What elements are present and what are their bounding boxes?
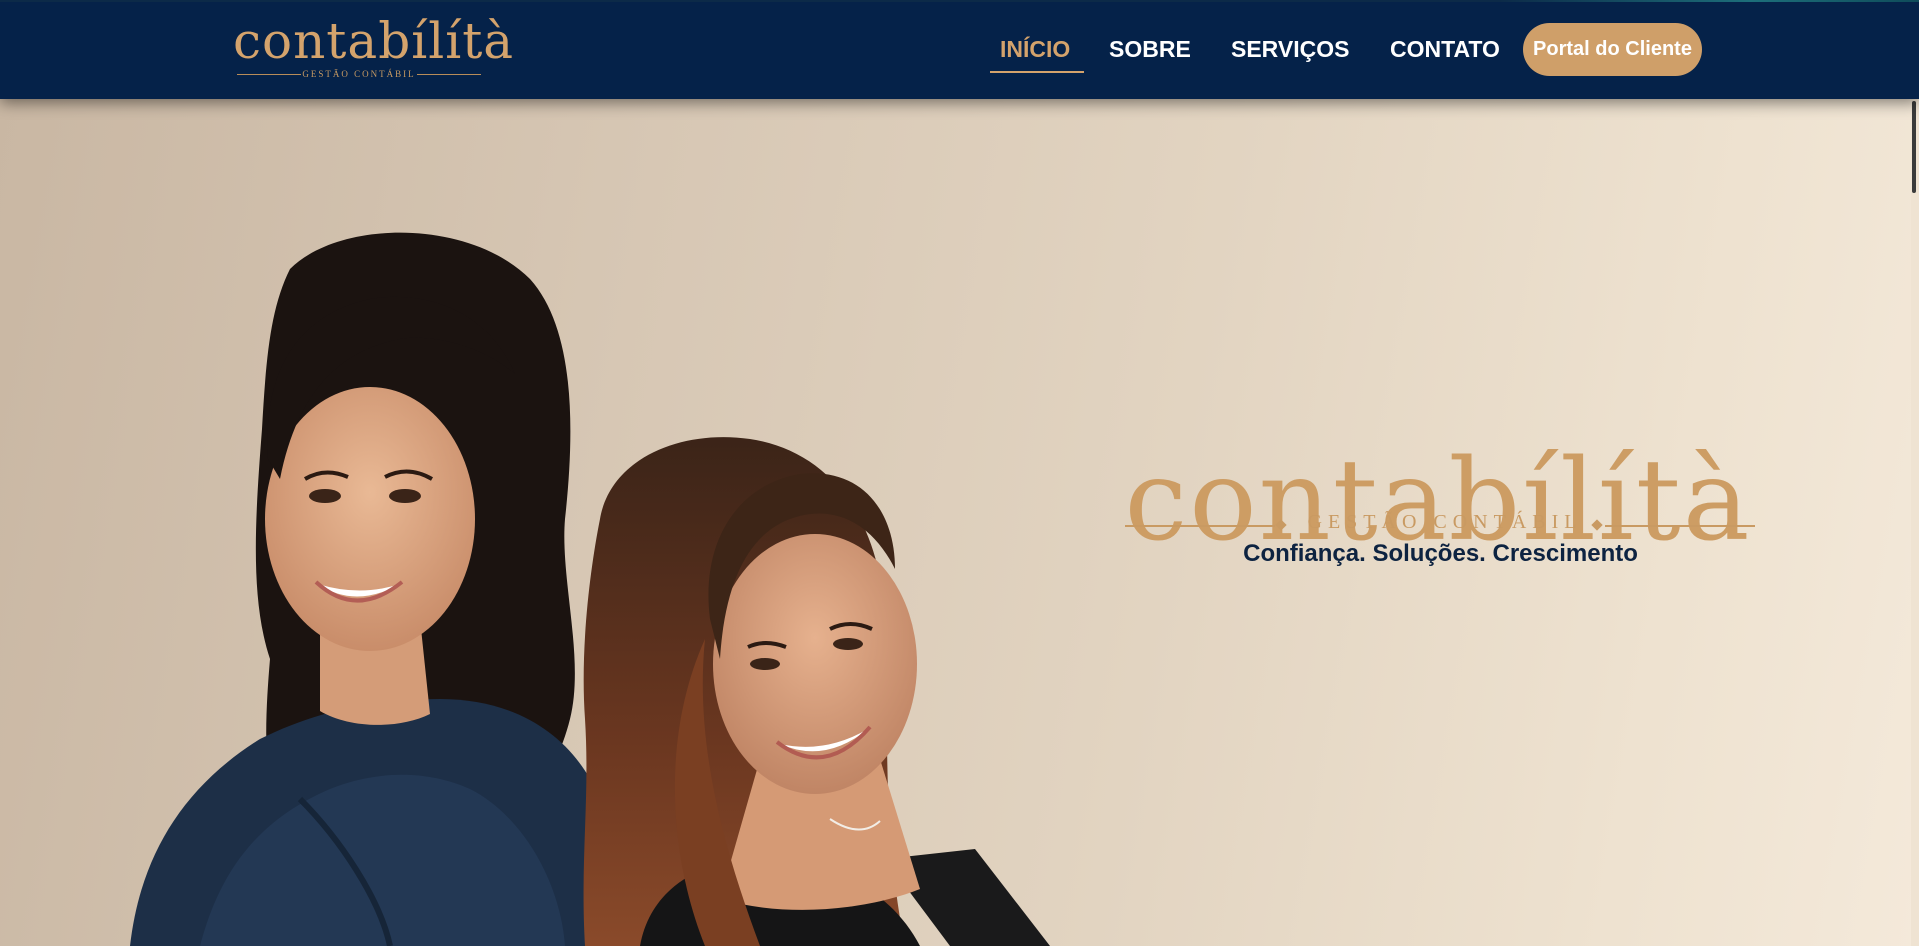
- hero-divider-left: [1125, 525, 1275, 527]
- nav-link-servicos[interactable]: SERVIÇOS: [1231, 30, 1349, 74]
- hero-divider-right: [1605, 525, 1755, 527]
- hero-slogan: Confiança. Soluções. Crescimento: [1243, 540, 1638, 567]
- nav-link-contato[interactable]: CONTATO: [1390, 30, 1500, 74]
- site-header: contabílítà GESTÃO CONTÁBIL INÍCIO SOBRE…: [0, 0, 1919, 99]
- nav-link-sobre[interactable]: SOBRE: [1109, 30, 1191, 74]
- page-scrollbar[interactable]: [1911, 99, 1919, 946]
- portal-cliente-button[interactable]: Portal do Cliente: [1523, 23, 1702, 76]
- nav-link-inicio[interactable]: INÍCIO: [1000, 30, 1070, 74]
- hero-section: contabílítà GESTÃO CONTÁBIL Confiança. S…: [0, 99, 1919, 946]
- active-nav-indicator: [990, 71, 1084, 73]
- scrollbar-thumb[interactable]: [1912, 101, 1916, 193]
- hero-tagline: GESTÃO CONTÁBIL: [1307, 511, 1583, 533]
- header-accent-line: [1499, 0, 1919, 2]
